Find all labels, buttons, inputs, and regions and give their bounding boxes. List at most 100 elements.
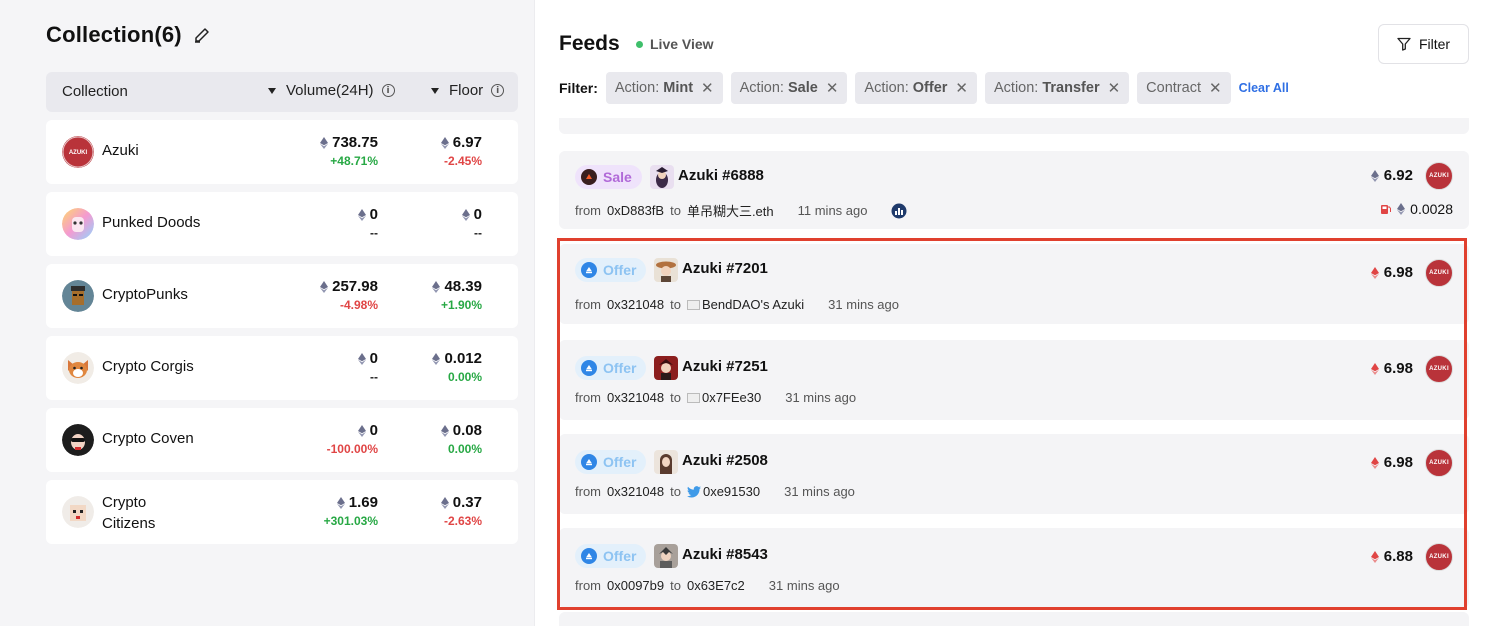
price: 6.98	[1370, 360, 1413, 377]
filter-chip-sale[interactable]: Action: Sale ✕	[730, 72, 848, 104]
collection-coin-icon[interactable]: AZUKI	[1425, 162, 1453, 190]
collection-header: Collection(6)	[46, 22, 212, 48]
to-address[interactable]: 单吊糊大三.eth	[687, 201, 774, 220]
header-volume-label: Volume(24H)	[286, 82, 374, 99]
header-floor[interactable]: Floor i	[431, 82, 505, 99]
eth-icon	[1397, 203, 1406, 215]
collection-coin-icon[interactable]: AZUKI	[1425, 449, 1453, 477]
eth-icon	[461, 208, 470, 221]
chart-icon[interactable]	[891, 203, 907, 219]
feed-item[interactable]: Sale Azuki #6888 from 0xD883fB to 单吊糊大三.…	[559, 151, 1469, 229]
volume-cell: 0 --	[258, 350, 378, 384]
floor-cell: 0.012 0.00%	[392, 350, 482, 384]
collection-name: Punked Doods	[102, 214, 201, 231]
collection-row[interactable]: Crypto Citizens 1.69 +301.03% 0.37 -2.63%	[46, 480, 518, 544]
live-dot-icon	[636, 40, 643, 48]
eth-icon	[1370, 550, 1379, 563]
close-icon[interactable]: ✕	[955, 79, 968, 97]
to-address[interactable]: BendDAO's Azuki	[686, 297, 805, 312]
collection-row[interactable]: AZUKI Azuki 738.75 +48.71% 6.97 -2.45%	[46, 120, 518, 184]
from-address[interactable]: 0x0097b9	[607, 578, 664, 593]
collection-coin-icon[interactable]: AZUKI	[1425, 543, 1453, 571]
close-icon[interactable]: ✕	[1108, 79, 1121, 97]
filter-chip-contract[interactable]: Contract ✕	[1137, 72, 1231, 104]
to-address[interactable]: 0x7FEe30	[686, 390, 762, 405]
info-icon[interactable]: i	[491, 84, 505, 97]
collection-table-header: Collection Volume(24H) i Floor i	[46, 72, 518, 112]
volume-change: --	[370, 370, 378, 384]
action-badge-sale: Sale	[575, 165, 642, 189]
volume-value: 1.69	[348, 494, 378, 511]
close-icon[interactable]: ✕	[701, 79, 714, 97]
collection-avatar	[62, 352, 94, 384]
timestamp: 31 mins ago	[768, 578, 840, 593]
chip-key: Action:	[864, 80, 913, 96]
to-address-text: BendDAO's Azuki	[701, 297, 805, 312]
header-collection: Collection	[62, 83, 128, 100]
floor-change: -2.45%	[443, 154, 482, 168]
to-address[interactable]: 0x63E7c2	[687, 578, 745, 593]
edit-icon[interactable]	[192, 25, 212, 45]
close-icon[interactable]: ✕	[1209, 79, 1222, 97]
info-icon[interactable]: i	[381, 84, 395, 97]
collection-row[interactable]: Crypto Corgis 0 -- 0.012 0.00%	[46, 336, 518, 400]
header-floor-label: Floor	[449, 82, 484, 99]
eth-icon	[320, 280, 329, 293]
chip-value: Offer	[912, 80, 948, 96]
floor-value: 48.39	[444, 278, 482, 295]
gas-value: 0.0028	[1410, 201, 1453, 217]
from-address[interactable]: 0x321048	[607, 297, 664, 312]
to-address[interactable]: 0xe91530	[686, 484, 760, 499]
filter-label: Filter:	[559, 80, 598, 96]
volume-cell: 0 -100.00%	[258, 422, 378, 456]
collection-row[interactable]: Punked Doods 0 -- 0 --	[46, 192, 518, 256]
from-label: from	[575, 578, 601, 593]
eth-icon	[1370, 169, 1379, 182]
clear-all-link[interactable]: Clear All	[1239, 81, 1289, 95]
feed-item[interactable]: Offer Azuki #2508 from 0x321048 to 0xe91…	[559, 434, 1469, 514]
token-thumbnail	[654, 356, 678, 380]
feed-item[interactable]: Offer Azuki #7201 from 0x321048 to BendD…	[559, 244, 1469, 324]
document-icon	[686, 299, 700, 310]
collection-avatar	[62, 208, 94, 240]
token-name[interactable]: Azuki #2508	[682, 452, 768, 469]
from-address[interactable]: 0xD883fB	[607, 203, 664, 218]
close-icon[interactable]: ✕	[826, 79, 839, 97]
collection-coin-icon[interactable]: AZUKI	[1425, 259, 1453, 287]
filter-chip-mint[interactable]: Action: Mint ✕	[605, 72, 723, 104]
feed-item[interactable]: Offer Azuki #8543 from 0x0097b9 to 0x63E…	[559, 528, 1469, 608]
volume-change: +301.03%	[323, 514, 378, 528]
filter-button[interactable]: Filter	[1378, 24, 1469, 64]
token-name[interactable]: Azuki #8543	[682, 546, 768, 563]
eth-icon	[432, 280, 441, 293]
volume-value: 0	[369, 350, 378, 367]
feed-item[interactable]: Offer Azuki #7251 from 0x321048 to 0x7FE…	[559, 340, 1469, 420]
feed-item-meta: from 0x321048 to 0xe91530 31 mins ago	[575, 484, 855, 499]
collection-row[interactable]: CryptoPunks 257.98 -4.98% 48.39 +1.90%	[46, 264, 518, 328]
volume-value: 0	[369, 206, 378, 223]
filter-chip-offer[interactable]: Action: Offer ✕	[855, 72, 977, 104]
collection-row[interactable]: Crypto Coven 0 -100.00% 0.08 0.00%	[46, 408, 518, 472]
collection-coin-icon[interactable]: AZUKI	[1425, 355, 1453, 383]
volume-change: +48.71%	[330, 154, 378, 168]
chip-key: Contract	[1146, 80, 1201, 96]
price: 6.98	[1370, 454, 1413, 471]
token-thumbnail	[654, 258, 678, 282]
floor-change: 0.00%	[447, 442, 482, 456]
token-name[interactable]: Azuki #7251	[682, 358, 768, 375]
filter-chip-transfer[interactable]: Action: Transfer ✕	[985, 72, 1130, 104]
chip-value: Transfer	[1042, 80, 1100, 96]
eth-icon	[440, 424, 449, 437]
token-name[interactable]: Azuki #6888	[678, 167, 764, 184]
filter-bar: Filter: Action: Mint ✕ Action: Sale ✕ Acti…	[559, 72, 1289, 104]
timestamp: 31 mins ago	[785, 390, 857, 405]
live-view-indicator[interactable]: Live View	[636, 36, 714, 52]
from-address[interactable]: 0x321048	[607, 484, 664, 499]
to-address-text: 0x7FEe30	[701, 390, 762, 405]
floor-change: +1.90%	[440, 298, 482, 312]
eth-icon	[440, 136, 449, 149]
token-name[interactable]: Azuki #7201	[682, 260, 768, 277]
from-address[interactable]: 0x321048	[607, 390, 664, 405]
header-volume[interactable]: Volume(24H) i	[268, 82, 395, 99]
collection-name: Azuki	[102, 142, 139, 159]
